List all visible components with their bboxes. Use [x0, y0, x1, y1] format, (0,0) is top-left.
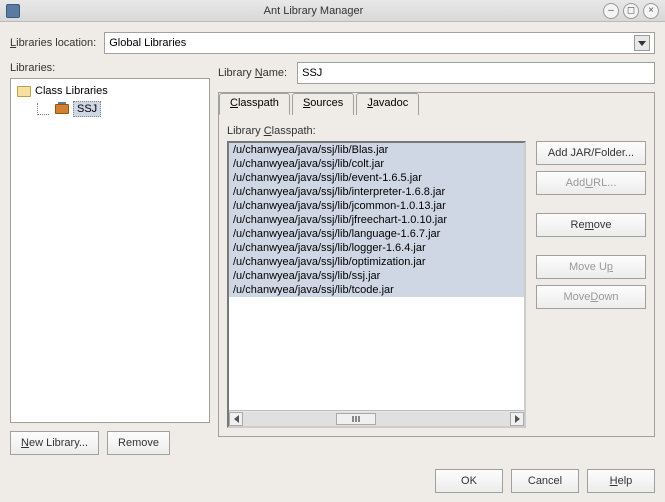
app-icon [6, 4, 20, 18]
cancel-button[interactable]: Cancel [511, 469, 579, 493]
tree-root-label: Class Libraries [35, 85, 108, 97]
remove-library-button[interactable]: Remove [107, 431, 170, 455]
window-title: Ant Library Manager [28, 5, 599, 17]
tree-root-class-libraries[interactable]: Class Libraries [15, 83, 205, 99]
move-down-button[interactable]: Move Down [536, 285, 646, 309]
horizontal-scrollbar[interactable] [229, 410, 524, 426]
tree-node-label: SSJ [73, 101, 101, 117]
library-icon [55, 104, 69, 114]
libraries-label: Libraries: [10, 62, 210, 74]
add-url-button[interactable]: Add URL... [536, 171, 646, 195]
libraries-location-value: Global Libraries [109, 37, 634, 49]
classpath-item[interactable]: /u/chanwyea/java/ssj/lib/Blas.jar [229, 143, 524, 157]
scroll-left-icon[interactable] [229, 412, 243, 426]
close-button[interactable]: × [643, 3, 659, 19]
classpath-item[interactable]: /u/chanwyea/java/ssj/lib/jfreechart-1.0.… [229, 213, 524, 227]
scroll-track[interactable] [243, 412, 510, 426]
maximize-button[interactable]: ◻ [623, 3, 639, 19]
classpath-item[interactable]: /u/chanwyea/java/ssj/lib/language-1.6.7.… [229, 227, 524, 241]
chevron-down-icon[interactable] [634, 35, 650, 51]
tab-javadoc[interactable]: Javadoc [356, 93, 419, 115]
new-library-button[interactable]: New Library... [10, 431, 99, 455]
move-up-button[interactable]: Move Up [536, 255, 646, 279]
scroll-right-icon[interactable] [510, 412, 524, 426]
ok-button[interactable]: OK [435, 469, 503, 493]
classpath-item[interactable]: /u/chanwyea/java/ssj/lib/interpreter-1.6… [229, 185, 524, 199]
library-name-label: Library Name: [218, 67, 287, 79]
classpath-item[interactable]: /u/chanwyea/java/ssj/lib/tcode.jar [229, 283, 524, 297]
tab-sources[interactable]: Sources [292, 93, 354, 115]
tab-classpath[interactable]: Classpath [219, 93, 290, 115]
classpath-item[interactable]: /u/chanwyea/java/ssj/lib/colt.jar [229, 157, 524, 171]
libraries-location-label: Libraries location: [10, 37, 96, 49]
libraries-location-combo[interactable]: Global Libraries [104, 32, 655, 54]
classpath-list[interactable]: /u/chanwyea/java/ssj/lib/Blas.jar/u/chan… [227, 141, 526, 428]
scroll-thumb[interactable] [336, 413, 376, 425]
classpath-item[interactable]: /u/chanwyea/java/ssj/lib/optimization.ja… [229, 255, 524, 269]
tree-node-ssj[interactable]: SSJ [15, 99, 205, 119]
libraries-tree[interactable]: Class Libraries SSJ [10, 78, 210, 423]
tab-pane: Classpath Sources Javadoc Library Classp… [218, 92, 655, 437]
help-button[interactable]: Help [587, 469, 655, 493]
classpath-item[interactable]: /u/chanwyea/java/ssj/lib/event-1.6.5.jar [229, 171, 524, 185]
classpath-item[interactable]: /u/chanwyea/java/ssj/lib/ssj.jar [229, 269, 524, 283]
library-name-field[interactable] [297, 62, 655, 84]
classpath-item[interactable]: /u/chanwyea/java/ssj/lib/logger-1.6.4.ja… [229, 241, 524, 255]
add-jar-button[interactable]: Add JAR/Folder... [536, 141, 646, 165]
classpath-item[interactable]: /u/chanwyea/java/ssj/lib/jcommon-1.0.13.… [229, 199, 524, 213]
dialog-footer: OK Cancel Help [0, 461, 665, 501]
minimize-button[interactable]: – [603, 3, 619, 19]
tree-line-icon [37, 103, 49, 115]
titlebar: Ant Library Manager – ◻ × [0, 0, 665, 22]
library-classpath-label: Library Classpath: [227, 125, 646, 137]
classpath-remove-button[interactable]: Remove [536, 213, 646, 237]
folder-icon [17, 86, 31, 97]
